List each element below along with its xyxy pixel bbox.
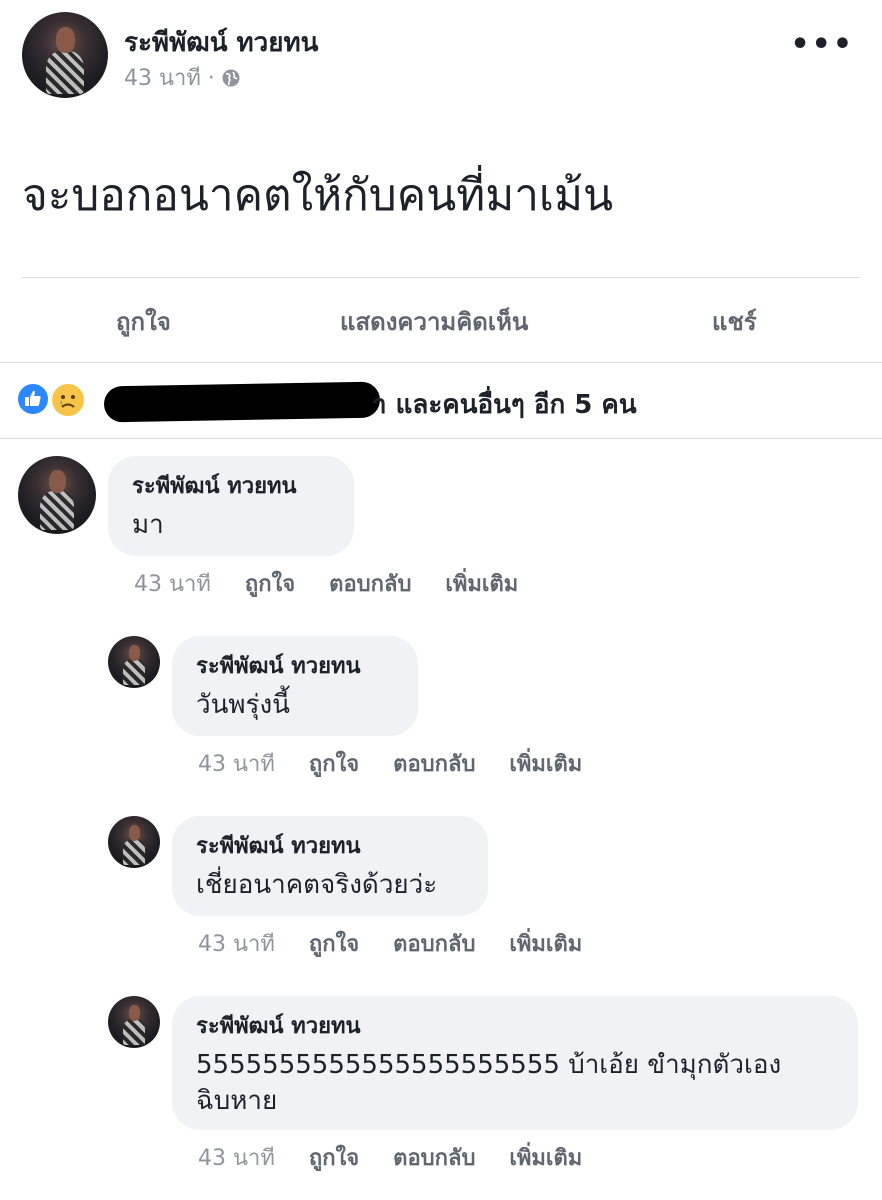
thumbs-up-icon [25,390,41,406]
reply-meta: 43 นาที ถูกใจ ตอบกลับ เพิ่มเติม [198,746,582,781]
reply-reply-button[interactable]: ตอบกลับ [393,746,475,781]
reply-bubble: ระพีพัฒน์ ทวยทน 5555555555555555555555 บ… [172,996,858,1130]
sad-face-icon [60,395,75,408]
reply-text: เชี่ยอนาคตจริงด้วยว่ะ [196,870,438,900]
reaction-summary[interactable]: า และคนอื่นๆ อีก 5 คน [372,384,637,425]
reply-meta: 43 นาที ถูกใจ ตอบกลับ เพิ่มเติม [198,926,582,961]
comment-author[interactable]: ระพีพัฒน์ ทวยทน [132,468,330,503]
divider [22,277,860,278]
post-text: จะบอกอนาคตให้กับคนที่มาเม้น [22,170,614,221]
post-author-name[interactable]: ระพีพัฒน์ ทวยทน [124,22,318,63]
reply-like-button[interactable]: ถูกใจ [309,746,359,781]
sad-reaction-icon[interactable] [50,382,86,418]
comment-meta: 43 นาที ถูกใจ ตอบกลับ เพิ่มเติม [134,566,518,601]
reply-time[interactable]: 43 นาที [198,926,275,961]
reply-author[interactable]: ระพีพัฒน์ ทวยทน [196,828,464,863]
reply-avatar[interactable] [108,816,160,868]
reply-avatar[interactable] [108,636,160,688]
post-meta: 43 นาที · [124,60,241,95]
reply-time[interactable]: 43 นาที [198,746,275,781]
comment-more-button[interactable]: เพิ่มเติม [445,566,518,601]
divider [0,438,882,439]
like-button[interactable]: ถูกใจ [116,302,171,341]
share-button[interactable]: แชร์ [712,302,757,341]
comment-button[interactable]: แสดงความคิดเห็น [340,302,528,341]
reply-bubble: ระพีพัฒน์ ทวยทน วันพรุ่งนี้ [172,636,418,736]
reply-author[interactable]: ระพีพัฒน์ ทวยทน [196,1008,834,1043]
reply-more-button[interactable]: เพิ่มเติม [509,1140,582,1175]
reply-avatar[interactable] [108,996,160,1048]
comment-text: มา [132,510,164,540]
reply-like-button[interactable]: ถูกใจ [309,926,359,961]
reply-text: วันพรุ่งนี้ [196,690,290,720]
post-author-avatar[interactable] [22,12,108,98]
like-reaction-icon[interactable] [16,382,50,416]
reply-like-button[interactable]: ถูกใจ [309,1140,359,1175]
more-options-icon[interactable]: ••• [790,30,854,60]
comment-avatar[interactable] [18,456,96,534]
comment-time[interactable]: 43 นาที [134,566,211,601]
reply-meta: 43 นาที ถูกใจ ตอบกลับ เพิ่มเติม [198,1140,582,1175]
redacted-names [103,381,381,423]
reply-text: 5555555555555555555555 บ้าเอ้ย ขำมุกตัวเ… [196,1050,782,1116]
reply-more-button[interactable]: เพิ่มเติม [509,926,582,961]
comment-bubble: ระพีพัฒน์ ทวยทน มา [108,456,354,556]
reply-time[interactable]: 43 นาที [198,1140,275,1175]
reply-more-button[interactable]: เพิ่มเติม [509,746,582,781]
post-timestamp[interactable]: 43 นาที · [124,60,215,95]
reply-author[interactable]: ระพีพัฒน์ ทวยทน [196,648,394,683]
reply-reply-button[interactable]: ตอบกลับ [393,926,475,961]
reply-reply-button[interactable]: ตอบกลับ [393,1140,475,1175]
reply-bubble: ระพีพัฒน์ ทวยทน เชี่ยอนาคตจริงด้วยว่ะ [172,816,488,916]
comment-reply-button[interactable]: ตอบกลับ [329,566,411,601]
divider [0,362,882,363]
comment-like-button[interactable]: ถูกใจ [245,566,295,601]
globe-icon [222,69,240,86]
